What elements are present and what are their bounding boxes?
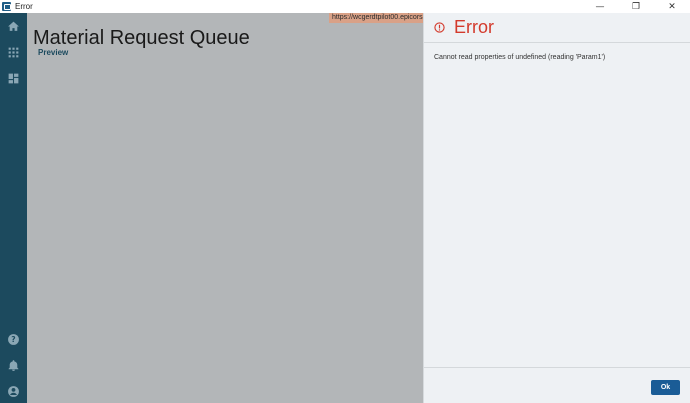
apps-grid-icon[interactable]: [6, 45, 21, 60]
user-account-icon[interactable]: [6, 384, 21, 399]
help-icon[interactable]: ?: [6, 332, 21, 347]
url-tooltip: https://wcgerdtpilot00.epicorsaas: [329, 13, 423, 23]
window-controls: — ❐ ✕: [582, 0, 690, 13]
window-titlebar: Error — ❐ ✕: [0, 0, 690, 13]
error-alert-icon: [434, 22, 445, 33]
window-title: Error: [15, 2, 33, 11]
svg-text:?: ?: [11, 335, 15, 344]
error-title: Error: [454, 17, 494, 37]
main-content-overlay: Material Request Queue Preview https://w…: [27, 13, 423, 403]
side-navigation: ?: [0, 13, 27, 403]
error-panel-footer: Ok: [424, 367, 690, 403]
error-panel-header: Error: [424, 13, 690, 43]
home-icon[interactable]: [6, 19, 21, 34]
notifications-icon[interactable]: [6, 358, 21, 373]
close-button[interactable]: ✕: [654, 0, 690, 13]
minimize-button[interactable]: —: [582, 0, 618, 13]
error-message: Cannot read properties of undefined (rea…: [434, 54, 606, 61]
preview-label: Preview: [38, 48, 69, 57]
dashboard-icon[interactable]: [6, 71, 21, 86]
error-panel: Error Cannot read properties of undefine…: [423, 13, 690, 403]
ok-button[interactable]: Ok: [651, 380, 680, 395]
restore-button[interactable]: ❐: [618, 0, 654, 13]
page-title: Material Request Queue: [33, 27, 250, 49]
app-icon: [2, 2, 11, 11]
